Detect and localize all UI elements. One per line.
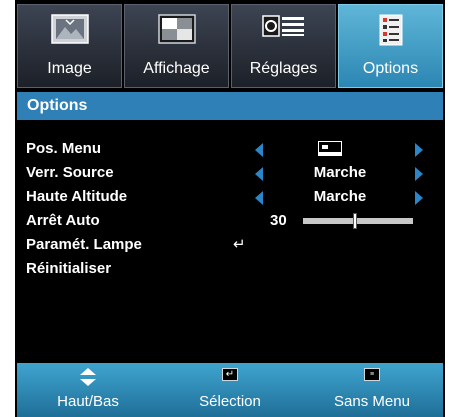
footer-select-hint: ↵ Sélection bbox=[159, 363, 301, 417]
menu-item-arret-auto[interactable]: Arrêt Auto 30 bbox=[15, 210, 445, 232]
tab-reglages[interactable]: Réglages bbox=[231, 4, 336, 88]
right-arrow-icon[interactable] bbox=[415, 143, 423, 157]
verr-source-value: Marche bbox=[313, 164, 367, 181]
haute-altitude-value: Marche bbox=[313, 188, 367, 205]
menu-item-verr-source[interactable]: Verr. Source Marche bbox=[15, 162, 445, 184]
verr-source-label: Verr. Source bbox=[26, 164, 114, 181]
arret-auto-slider[interactable] bbox=[303, 213, 413, 229]
enter-icon: ↵ bbox=[233, 236, 246, 253]
display-icon bbox=[157, 14, 196, 49]
menu-key-icon: ≡ bbox=[364, 368, 380, 381]
footer-nav-hint: Haut/Bas bbox=[17, 363, 159, 417]
tab-image-label: Image bbox=[47, 60, 92, 77]
footer-select-label: Sélection bbox=[199, 393, 261, 410]
right-arrow-icon[interactable] bbox=[415, 191, 423, 205]
tab-bar: Image Affichage Réglages Options bbox=[17, 4, 443, 88]
tab-options[interactable]: Options bbox=[338, 4, 443, 88]
left-arrow-icon[interactable] bbox=[255, 167, 263, 181]
footer-menu-label: Sans Menu bbox=[334, 393, 410, 410]
pos-menu-label: Pos. Menu bbox=[26, 140, 102, 157]
footer-menu-hint: ≡ Sans Menu bbox=[301, 363, 443, 417]
menu-item-param-lampe[interactable]: Paramét. Lampe ↵ bbox=[15, 234, 445, 256]
footer-bar: Haut/Bas ↵ Sélection ≡ Sans Menu bbox=[17, 363, 443, 417]
menu-panel: Image Affichage Réglages Options Options… bbox=[15, 0, 445, 417]
options-icon bbox=[379, 14, 403, 51]
menu-item-pos-menu[interactable]: Pos. Menu bbox=[15, 138, 445, 160]
right-arrow-icon[interactable] bbox=[415, 167, 423, 181]
reinitialiser-label: Réinitialiser bbox=[26, 260, 112, 277]
slider-thumb[interactable] bbox=[352, 213, 357, 229]
tab-affichage-label: Affichage bbox=[143, 60, 210, 77]
page-title: Options bbox=[27, 97, 88, 114]
up-down-arrow-icon bbox=[80, 368, 96, 391]
tab-reglages-label: Réglages bbox=[249, 60, 318, 77]
arret-auto-label: Arrêt Auto bbox=[26, 212, 100, 229]
tab-options-label: Options bbox=[362, 60, 419, 77]
section-header: Options bbox=[17, 92, 443, 120]
tab-affichage[interactable]: Affichage bbox=[124, 4, 229, 88]
left-arrow-icon[interactable] bbox=[255, 143, 263, 157]
menu-position-icon bbox=[318, 141, 342, 156]
arret-auto-value: 30 bbox=[270, 212, 287, 229]
tab-image[interactable]: Image bbox=[17, 4, 122, 88]
haute-altitude-label: Haute Altitude bbox=[26, 188, 128, 205]
footer-nav-label: Haut/Bas bbox=[57, 393, 119, 410]
param-lampe-label: Paramét. Lampe bbox=[26, 236, 142, 253]
menu-item-haute-altitude[interactable]: Haute Altitude Marche bbox=[15, 186, 445, 208]
enter-key-icon: ↵ bbox=[222, 368, 238, 381]
picture-icon bbox=[50, 14, 89, 49]
osd-menu: Image Affichage Réglages Options Options… bbox=[0, 0, 451, 417]
menu-item-reinitialiser[interactable]: Réinitialiser bbox=[15, 258, 445, 280]
left-arrow-icon[interactable] bbox=[255, 191, 263, 205]
settings-icon bbox=[261, 14, 306, 43]
